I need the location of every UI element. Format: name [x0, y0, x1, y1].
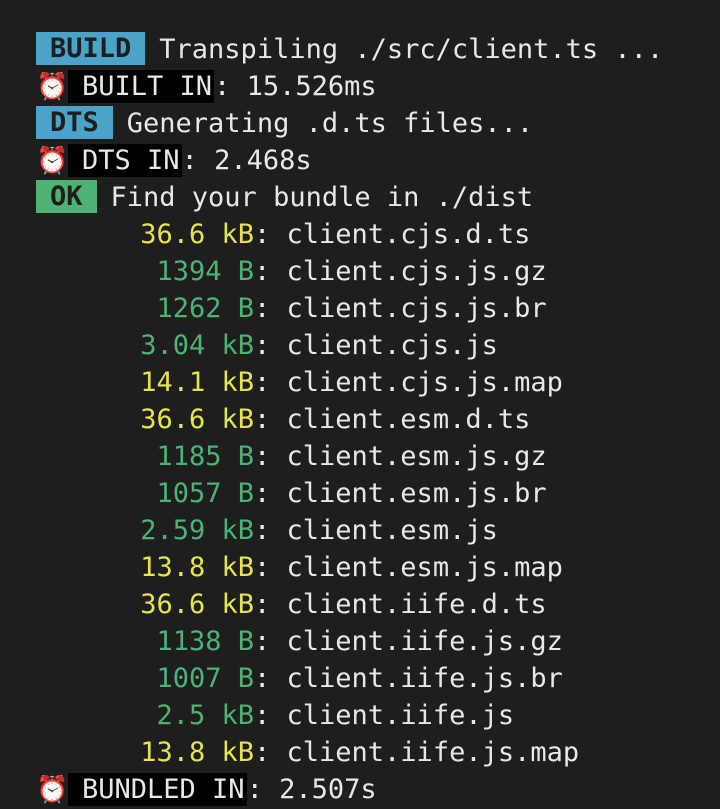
file-name: client.iife.d.ts	[286, 589, 547, 620]
file-name: client.cjs.js	[286, 330, 498, 361]
file-row: 13.8 kB: client.iife.js.map	[36, 734, 720, 771]
file-size: 1057 B	[156, 478, 254, 509]
file-row: 1057 B: client.esm.js.br	[36, 475, 720, 512]
file-size: 3.04 kB	[140, 330, 254, 361]
file-row: 1262 B: client.cjs.js.br	[36, 290, 720, 327]
ok-message: Find your bundle in ./dist	[110, 182, 534, 213]
file-name: client.cjs.js.br	[286, 293, 547, 324]
separator: :	[254, 515, 287, 546]
ok-line: OK Find your bundle in ./dist	[36, 179, 720, 216]
dts-in-value: 2.468s	[214, 145, 312, 176]
file-size: 2.5 kB	[156, 700, 254, 731]
terminal-output: BUILD Transpiling ./src/client.ts ... ⏰ BU…	[36, 31, 720, 808]
file-row: 1185 B: client.esm.js.gz	[36, 438, 720, 475]
bundled-in-label: BUNDLED IN	[68, 773, 247, 806]
file-size: 1185 B	[156, 441, 254, 472]
alarm-clock-icon: ⏰	[36, 775, 69, 805]
dts-badge: DTS	[36, 106, 113, 139]
file-row: 3.04 kB: client.cjs.js	[36, 327, 720, 364]
file-name: client.cjs.d.ts	[286, 219, 531, 250]
ok-badge: OK	[36, 180, 97, 213]
dts-in-line: ⏰ DTS IN: 2.468s	[36, 142, 720, 179]
built-in-value: 15.526ms	[246, 71, 377, 102]
file-name: client.iife.js.map	[286, 737, 580, 768]
build-message: Transpiling ./src/client.ts ...	[159, 34, 664, 65]
separator: :	[254, 737, 287, 768]
separator: :	[254, 663, 287, 694]
file-size: 1007 B	[156, 663, 254, 694]
separator: :	[246, 774, 280, 805]
file-row: 1007 B: client.iife.js.br	[36, 660, 720, 697]
build-badge: BUILD	[36, 32, 146, 65]
file-size: 1394 B	[156, 256, 254, 287]
file-row: 2.5 kB: client.iife.js	[36, 697, 720, 734]
file-name: client.iife.js.gz	[286, 626, 563, 657]
separator: :	[254, 589, 287, 620]
file-row: 1138 B: client.iife.js.gz	[36, 623, 720, 660]
file-size: 1138 B	[156, 626, 254, 657]
file-size: 36.6 kB	[140, 219, 254, 250]
file-name: client.iife.js.br	[286, 663, 563, 694]
file-size: 13.8 kB	[140, 737, 254, 768]
separator: :	[254, 256, 287, 287]
file-row: 14.1 kB: client.cjs.js.map	[36, 364, 720, 401]
separator: :	[214, 71, 247, 102]
separator: :	[254, 293, 287, 324]
file-row: 36.6 kB: client.iife.d.ts	[36, 586, 720, 623]
separator: :	[254, 219, 287, 250]
file-name: client.cjs.js.gz	[286, 256, 547, 287]
dts-message: Generating .d.ts files...	[126, 108, 534, 139]
separator: :	[254, 367, 287, 398]
bundled-in-line: ⏰ BUNDLED IN: 2.507s	[36, 771, 720, 808]
file-size: 36.6 kB	[140, 404, 254, 435]
file-name: client.esm.js.br	[286, 478, 547, 509]
file-size: 1262 B	[156, 293, 254, 324]
built-in-line: ⏰ BUILT IN: 15.526ms	[36, 68, 720, 105]
dts-in-label: DTS IN	[68, 144, 182, 177]
alarm-clock-icon: ⏰	[36, 146, 69, 176]
separator: :	[254, 441, 287, 472]
alarm-clock-icon: ⏰	[36, 72, 69, 102]
file-name: client.esm.js.map	[286, 552, 563, 583]
built-in-label: BUILT IN	[68, 70, 215, 103]
separator: :	[181, 145, 215, 176]
separator: :	[254, 404, 287, 435]
file-name: client.esm.js	[286, 515, 498, 546]
file-row: 1394 B: client.cjs.js.gz	[36, 253, 720, 290]
dts-line: DTS Generating .d.ts files...	[36, 105, 720, 142]
file-row: 36.6 kB: client.esm.d.ts	[36, 401, 720, 438]
file-name: client.esm.js.gz	[286, 441, 547, 472]
separator: :	[254, 330, 287, 361]
file-row: 2.59 kB: client.esm.js	[36, 512, 720, 549]
separator: :	[254, 626, 287, 657]
file-size: 14.1 kB	[140, 367, 254, 398]
file-list: 36.6 kB: client.cjs.d.ts 1394 B: client.c…	[36, 216, 720, 771]
build-line: BUILD Transpiling ./src/client.ts ...	[36, 31, 720, 68]
file-size: 13.8 kB	[140, 552, 254, 583]
separator: :	[254, 478, 287, 509]
file-name: client.iife.js	[286, 700, 515, 731]
file-size: 36.6 kB	[140, 589, 254, 620]
separator: :	[254, 552, 287, 583]
file-size: 2.59 kB	[140, 515, 254, 546]
file-row: 36.6 kB: client.cjs.d.ts	[36, 216, 720, 253]
file-row: 13.8 kB: client.esm.js.map	[36, 549, 720, 586]
file-name: client.cjs.js.map	[286, 367, 563, 398]
bundled-in-value: 2.507s	[279, 774, 377, 805]
separator: :	[254, 700, 287, 731]
file-name: client.esm.d.ts	[286, 404, 531, 435]
